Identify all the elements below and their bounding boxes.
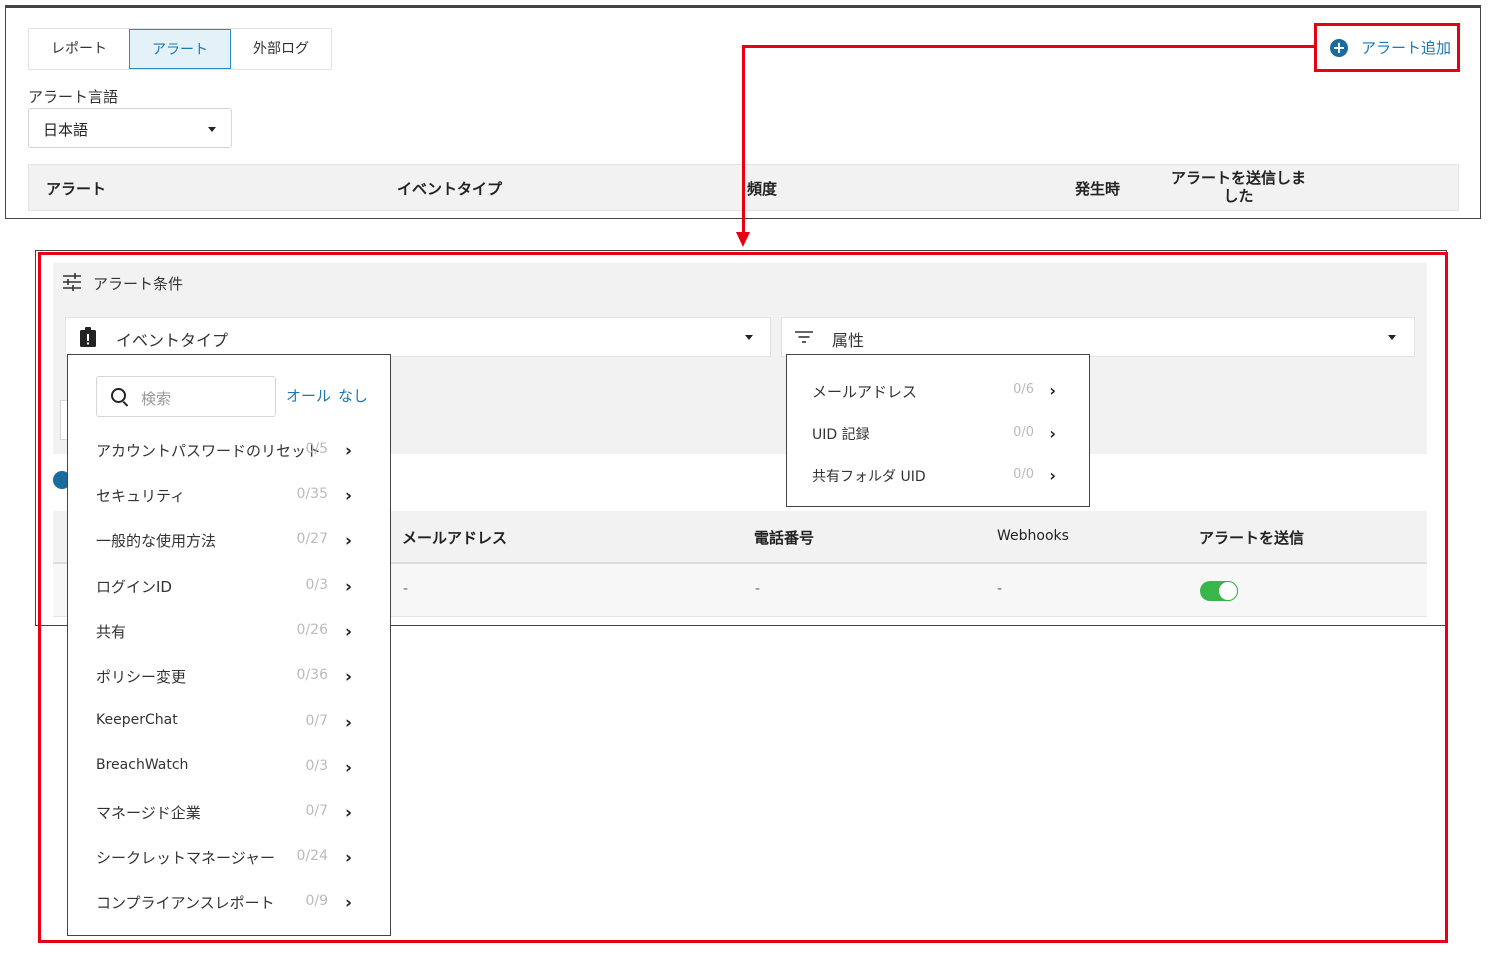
chevron-right-icon: ›: [344, 486, 352, 506]
chevron-right-icon: ›: [344, 441, 352, 461]
list-item-count: 0/3: [305, 758, 328, 774]
tab-alerts[interactable]: アラート: [129, 29, 231, 69]
chevron-right-icon: ›: [344, 531, 352, 551]
chevron-right-icon: ›: [344, 848, 352, 868]
list-item-label: コンプライアンスレポート: [96, 894, 275, 912]
callout-arrow-vertical: [742, 45, 745, 235]
list-item-label: UID 記録: [812, 427, 870, 443]
alert-language-label: アラート言語: [28, 88, 119, 106]
select-none-link[interactable]: なし: [338, 385, 368, 406]
list-item-count: 0/0: [1013, 425, 1034, 440]
list-item-count: 0/26: [296, 622, 328, 638]
list-item-count: 0/27: [296, 531, 328, 547]
event-category-account-password-reset[interactable]: アカウントパスワードのリセット 0/5 ›: [96, 440, 358, 485]
column-event-type: イベントタイプ: [397, 180, 503, 198]
event-category-general-usage[interactable]: 一般的な使用方法 0/27 ›: [96, 530, 358, 575]
list-item-count: 0/7: [305, 803, 328, 819]
attribute-email[interactable]: メールアドレス 0/6 ›: [812, 381, 1062, 411]
chevron-right-icon: ›: [1049, 424, 1056, 443]
event-category-keeperchat[interactable]: KeeperChat 0/7 ›: [96, 712, 358, 757]
select-all-link[interactable]: オール: [286, 385, 331, 406]
attribute-record-uid[interactable]: UID 記録 0/0 ›: [812, 424, 1062, 454]
event-type-dropdown: 検索 オール なし アカウントパスワードのリセット 0/5 › セキュリティ 0…: [67, 354, 391, 936]
event-category-secrets-manager[interactable]: シークレットマネージャー 0/24 ›: [96, 847, 358, 892]
column-frequency: 頻度: [747, 180, 778, 198]
search-icon: [111, 388, 126, 403]
list-item-label: アカウントパスワードのリセット: [96, 442, 322, 460]
list-item-label: セキュリティ: [96, 487, 186, 505]
list-item-label: 共有フォルダ UID: [812, 469, 926, 485]
list-item-label: KeeperChat: [96, 712, 178, 728]
chevron-right-icon: ›: [344, 667, 352, 687]
column-alert: アラート: [46, 180, 107, 198]
column-alert-sent: アラートを送信しま した: [1171, 169, 1306, 205]
search-placeholder: 検索: [141, 390, 172, 408]
arrow-down-icon: [736, 232, 750, 247]
list-item-count: 0/3: [305, 577, 328, 593]
list-item-count: 0/0: [1013, 467, 1034, 482]
add-alert-button[interactable]: アラート追加: [1361, 37, 1451, 58]
chevron-right-icon: ›: [344, 758, 352, 778]
alert-language-select[interactable]: 日本語: [28, 108, 232, 148]
column-alert-sent-line2: した: [1223, 187, 1254, 205]
chevron-right-icon: ›: [344, 622, 352, 642]
event-category-compliance-report[interactable]: コンプライアンスレポート 0/9 ›: [96, 892, 358, 937]
list-item-count: 0/36: [296, 667, 328, 683]
tab-bar: レポート アラート 外部ログ: [28, 28, 332, 70]
event-category-sharing[interactable]: 共有 0/26 ›: [96, 621, 358, 666]
list-item-label: メールアドレス: [812, 383, 918, 401]
attribute-dropdown: メールアドレス 0/6 › UID 記録 0/0 › 共有フォルダ UID 0/…: [786, 354, 1090, 507]
tab-reports[interactable]: レポート: [29, 29, 129, 69]
caret-down-icon: [208, 127, 216, 132]
chevron-right-icon: ›: [1049, 466, 1056, 485]
list-item-count: 0/6: [1013, 382, 1034, 397]
chevron-right-icon: ›: [344, 893, 352, 913]
tab-external-logs[interactable]: 外部ログ: [231, 29, 331, 69]
search-input[interactable]: 検索: [96, 376, 276, 417]
list-item-label: ポリシー変更: [96, 668, 187, 686]
event-category-login-id[interactable]: ログインID 0/3 ›: [96, 576, 358, 621]
attribute-shared-folder-uid[interactable]: 共有フォルダ UID 0/0 ›: [812, 466, 1062, 496]
alert-language-value: 日本語: [43, 121, 89, 139]
callout-arrow-horizontal: [742, 45, 1314, 48]
list-item-count: 0/35: [296, 486, 328, 502]
event-category-managed-company[interactable]: マネージド企業 0/7 ›: [96, 802, 358, 847]
chevron-right-icon: ›: [344, 803, 352, 823]
event-category-security[interactable]: セキュリティ 0/35 ›: [96, 485, 358, 530]
list-item-label: BreachWatch: [96, 757, 189, 773]
list-item-label: 一般的な使用方法: [96, 532, 217, 550]
list-item-label: 共有: [96, 623, 127, 641]
list-item-label: シークレットマネージャー: [96, 849, 275, 867]
column-occurred: 発生時: [1075, 180, 1121, 198]
list-item-count: 0/7: [305, 713, 328, 729]
list-item-count: 0/9: [305, 893, 328, 909]
list-item-label: ログインID: [96, 578, 172, 596]
chevron-right-icon: ›: [1049, 381, 1056, 400]
list-item-count: 0/5: [305, 441, 328, 457]
chevron-right-icon: ›: [344, 577, 352, 597]
list-item-count: 0/24: [296, 848, 328, 864]
chevron-right-icon: ›: [344, 713, 352, 733]
column-alert-sent-line1: アラートを送信しま: [1171, 169, 1307, 187]
plus-circle-icon: +: [1330, 39, 1348, 57]
event-category-breachwatch[interactable]: BreachWatch 0/3 ›: [96, 757, 358, 802]
event-category-policy-change[interactable]: ポリシー変更 0/36 ›: [96, 666, 358, 711]
add-alert-highlight: + アラート追加: [1314, 23, 1460, 72]
list-item-label: マネージド企業: [96, 804, 201, 822]
